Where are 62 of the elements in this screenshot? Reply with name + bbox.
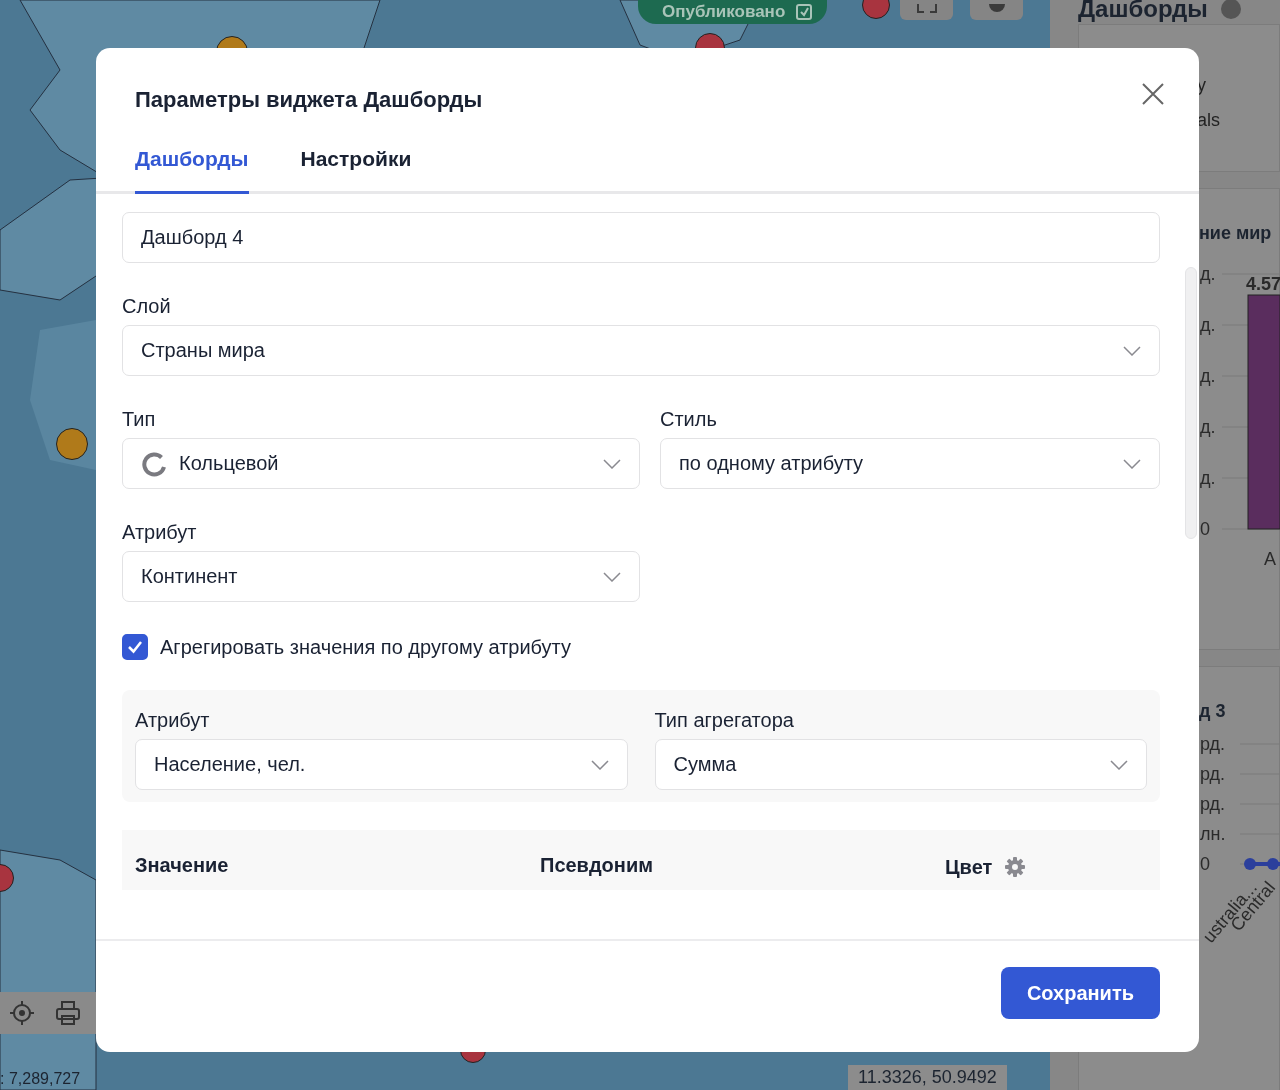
field-label: Тип агрегатора	[654, 709, 795, 733]
axis-label: д.	[1200, 264, 1216, 284]
column-header: Псевдоним	[540, 854, 654, 878]
field-label: Атрибут	[135, 709, 211, 733]
print-button[interactable]	[54, 999, 82, 1027]
coordinates-text: 11.3326, 50.9492	[848, 1065, 1007, 1090]
axis-label: 0	[1200, 854, 1210, 874]
axis-label: рд.	[1200, 794, 1226, 814]
axis-label: д.	[1200, 315, 1216, 335]
donut-chart-icon	[141, 450, 167, 477]
printer-icon	[54, 999, 82, 1027]
chevron-down-icon	[1110, 759, 1128, 770]
select-field[interactable]: по одному атрибуту	[660, 438, 1160, 489]
dialog-title: Параметры виджета Дашборды	[135, 86, 483, 114]
fullscreen-button[interactable]	[900, 0, 953, 20]
select-field[interactable]: Континент	[122, 551, 640, 602]
chart-title: ние мир	[1198, 223, 1273, 244]
scale-text: : 7,289,727	[0, 1070, 81, 1088]
checkbox-icon	[795, 3, 814, 21]
select-field[interactable]: Страны мира	[122, 325, 1160, 376]
chevron-down-icon	[603, 458, 621, 469]
tab[interactable]: Дашборды	[135, 144, 249, 194]
field-label: Слой	[122, 295, 172, 319]
chart-title: д 3	[1198, 701, 1227, 722]
axis-label: лн.	[1200, 824, 1226, 844]
axis-label: д.	[1200, 417, 1216, 437]
expand-icon	[915, 4, 938, 16]
chevron-down-icon	[1123, 345, 1141, 356]
locate-button[interactable]	[8, 999, 36, 1027]
panel-title: Дашборды	[1078, 0, 1208, 23]
select-field[interactable]: Кольцевой	[122, 438, 640, 489]
axis-label: А	[1264, 549, 1276, 569]
column-header: Цвет	[945, 855, 993, 879]
column-header: Значение	[135, 854, 230, 878]
chevron-down-icon	[603, 571, 621, 582]
bar-value-label: 4.57	[1246, 274, 1280, 294]
checkbox-label: Агрегировать значения по другому атрибуту	[160, 635, 571, 659]
axis-label: рд.	[1200, 764, 1226, 784]
chevron-down-icon	[1123, 458, 1141, 469]
checkbox[interactable]	[122, 634, 148, 660]
axis-label: д.	[1200, 366, 1216, 386]
axis-label: 0	[1200, 519, 1210, 539]
select-field[interactable]: Население, чел.	[135, 739, 628, 790]
info-button[interactable]	[970, 0, 1023, 20]
axis-label: рд.	[1200, 734, 1226, 754]
name-field[interactable]: Дашборд 4	[122, 212, 1160, 263]
field-label: Стиль	[660, 408, 718, 432]
gear-icon	[1004, 856, 1027, 878]
target-icon	[8, 999, 36, 1027]
field-label: Тип	[122, 408, 157, 432]
chevron-down-icon	[590, 759, 609, 770]
scrollbar-thumb[interactable]	[1185, 267, 1197, 539]
list-item-text: als	[1197, 110, 1221, 131]
close-button[interactable]	[1141, 82, 1165, 106]
line-series	[1244, 858, 1280, 870]
tab[interactable]: Настройки	[300, 144, 412, 194]
field-label: Атрибут	[122, 521, 198, 545]
close-icon	[1141, 82, 1165, 106]
select-field[interactable]: Сумма	[654, 739, 1147, 790]
save-button[interactable]: Сохранить	[1000, 967, 1160, 1019]
axis-label: д.	[1200, 468, 1216, 488]
info-icon	[1219, 0, 1242, 20]
